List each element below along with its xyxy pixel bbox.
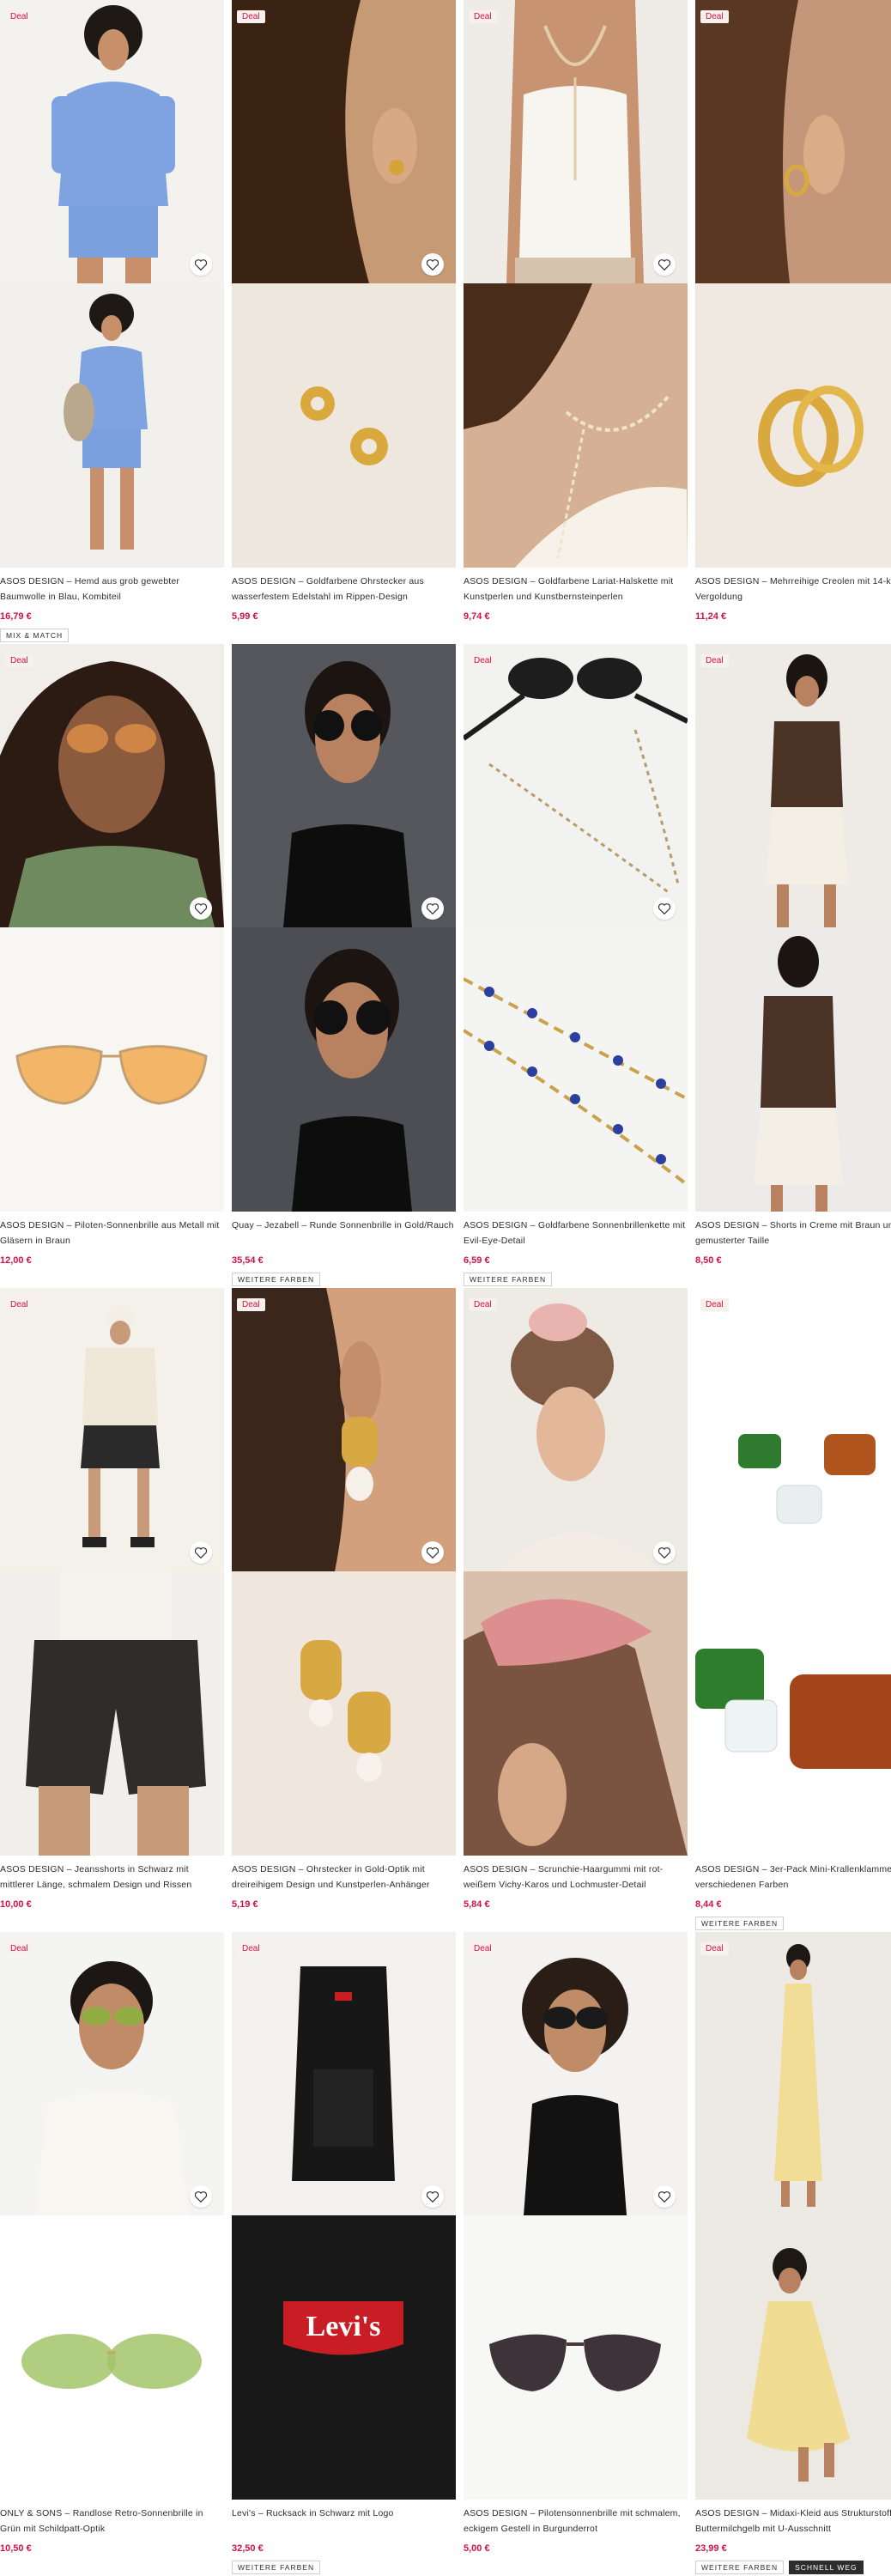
product-price: 23,99 € xyxy=(695,2543,727,2554)
product-image[interactable]: Deal xyxy=(232,0,456,283)
product-title[interactable]: ASOS DESIGN – Goldfarbene Ohrstecker aus… xyxy=(232,574,456,605)
product-price: 5,99 € xyxy=(232,611,258,622)
more-colors-tag[interactable]: WEITERE FARBEN xyxy=(232,1273,321,1286)
product-title[interactable]: ASOS DESIGN – Goldfarbene Lariat-Halsket… xyxy=(464,574,688,605)
wishlist-heart-icon[interactable] xyxy=(421,2185,444,2208)
product-image[interactable]: Deal xyxy=(0,1932,224,2215)
product-title[interactable]: ASOS DESIGN – Piloten-Sonnenbrille aus M… xyxy=(0,1218,224,1249)
product-image-alt[interactable] xyxy=(695,283,891,568)
product-title[interactable]: ASOS DESIGN – Midaxi-Kleid aus Strukturs… xyxy=(695,2506,891,2537)
wishlist-heart-icon[interactable] xyxy=(421,1541,444,1564)
product-image[interactable]: Deal xyxy=(695,1288,891,1571)
product-image-alt[interactable] xyxy=(0,1571,224,1856)
product-price: 32,50 € xyxy=(232,2543,264,2554)
product-title[interactable]: ASOS DESIGN – Scrunchie-Haargummi mit ro… xyxy=(464,1862,688,1893)
product-title[interactable]: ASOS DESIGN – Ohrstecker in Gold-Optik m… xyxy=(232,1862,456,1893)
selling-fast-tag: SCHNELL WEG xyxy=(789,2561,864,2574)
deal-badge: Deal xyxy=(237,1298,265,1311)
deal-badge: Deal xyxy=(237,1942,265,1955)
wishlist-heart-icon[interactable] xyxy=(190,1541,212,1564)
product-price: 35,54 € xyxy=(232,1255,264,1266)
product-image-alt[interactable] xyxy=(232,283,456,568)
product-image-alt[interactable] xyxy=(464,927,688,1212)
product-title[interactable]: ASOS DESIGN – 3er-Pack Mini-Krallenklamm… xyxy=(695,1862,891,1893)
product-title[interactable]: ASOS DESIGN – Shorts in Creme mit Braun … xyxy=(695,1218,891,1249)
more-colors-tag[interactable]: WEITERE FARBEN xyxy=(695,1917,785,1930)
product-price: 5,19 € xyxy=(232,1899,258,1910)
deal-badge: Deal xyxy=(237,10,265,23)
product-image-alt[interactable] xyxy=(464,283,688,568)
product-image-alt[interactable] xyxy=(695,1571,891,1856)
deal-badge: Deal xyxy=(5,654,33,667)
deal-badge: Deal xyxy=(469,10,497,23)
product-price: 12,00 € xyxy=(0,1255,32,1266)
levis-logo: Levi's xyxy=(306,2311,381,2342)
product-image[interactable]: Deal xyxy=(232,1288,456,1571)
deal-badge: Deal xyxy=(5,1298,33,1311)
wishlist-heart-icon[interactable] xyxy=(653,253,676,276)
product-title[interactable]: ASOS DESIGN – Mehrreihige Creolen mit 14… xyxy=(695,574,891,605)
wishlist-heart-icon[interactable] xyxy=(421,897,444,920)
wishlist-heart-icon[interactable] xyxy=(190,2185,212,2208)
product-tag: MIX & MATCH xyxy=(0,629,70,642)
more-colors-tag[interactable]: WEITERE FARBEN xyxy=(464,1273,553,1286)
product-price: 6,59 € xyxy=(464,1255,490,1266)
product-title[interactable]: ONLY & SONS – Randlose Retro-Sonnenbrill… xyxy=(0,2506,224,2537)
product-title[interactable]: Levi's – Rucksack in Schwarz mit Logo xyxy=(232,2506,456,2521)
product-image[interactable]: Deal xyxy=(0,1288,224,1571)
product-image[interactable]: Deal xyxy=(0,644,224,927)
product-image[interactable]: Deal xyxy=(232,1932,456,2215)
deal-badge: Deal xyxy=(700,1298,729,1311)
product-title[interactable]: ASOS DESIGN – Goldfarbene Sonnenbrillenk… xyxy=(464,1218,688,1249)
wishlist-heart-icon[interactable] xyxy=(190,253,212,276)
product-image-alt[interactable] xyxy=(0,283,224,568)
deal-badge: Deal xyxy=(469,1298,497,1311)
deal-badge: Deal xyxy=(469,654,497,667)
deal-badge: Deal xyxy=(700,10,729,23)
wishlist-heart-icon[interactable] xyxy=(653,1541,676,1564)
product-price: 5,00 € xyxy=(464,2543,490,2554)
product-title[interactable]: ASOS DESIGN – Jeansshorts in Schwarz mit… xyxy=(0,1862,224,1893)
product-image[interactable]: Deal xyxy=(695,0,891,283)
product-image[interactable]: Deal xyxy=(695,644,891,927)
product-image-alt[interactable] xyxy=(464,1571,688,1856)
product-title[interactable]: Quay – Jezabell – Runde Sonnenbrille in … xyxy=(232,1218,456,1233)
product-price: 5,84 € xyxy=(464,1899,490,1910)
wishlist-heart-icon[interactable] xyxy=(653,2185,676,2208)
product-image-alt[interactable]: Levi's xyxy=(232,2215,456,2500)
product-price: 10,00 € xyxy=(0,1899,32,1910)
wishlist-heart-icon[interactable] xyxy=(421,253,444,276)
product-image[interactable]: Deal xyxy=(464,1288,688,1571)
product-image-alt[interactable] xyxy=(232,927,456,1212)
deal-badge: Deal xyxy=(700,1942,729,1955)
product-image[interactable]: Deal xyxy=(0,0,224,283)
product-image[interactable] xyxy=(232,644,456,927)
wishlist-heart-icon[interactable] xyxy=(653,897,676,920)
product-price: 11,24 € xyxy=(695,611,727,622)
product-image-alt[interactable] xyxy=(695,2215,891,2500)
product-image[interactable]: Deal xyxy=(464,644,688,927)
product-price: 8,44 € xyxy=(695,1899,722,1910)
deal-badge: Deal xyxy=(469,1942,497,1955)
deal-badge: Deal xyxy=(5,1942,33,1955)
product-image-alt[interactable] xyxy=(464,2215,688,2500)
product-image[interactable]: Deal xyxy=(464,0,688,283)
deal-badge: Deal xyxy=(700,654,729,667)
product-price: 16,79 € xyxy=(0,611,32,622)
product-price: 8,50 € xyxy=(695,1255,722,1266)
product-price: 9,74 € xyxy=(464,611,490,622)
product-image-alt[interactable] xyxy=(0,2215,224,2500)
product-image-alt[interactable] xyxy=(232,1571,456,1856)
more-colors-tag[interactable]: WEITERE FARBEN xyxy=(695,2561,785,2574)
product-image-alt[interactable] xyxy=(695,927,891,1212)
product-title[interactable]: ASOS DESIGN – Pilotensonnenbrille mit sc… xyxy=(464,2506,688,2537)
product-image-alt[interactable] xyxy=(0,927,224,1212)
more-colors-tag[interactable]: WEITERE FARBEN xyxy=(232,2561,321,2574)
wishlist-heart-icon[interactable] xyxy=(190,897,212,920)
product-image[interactable]: Deal xyxy=(695,1932,891,2215)
product-image[interactable]: Deal xyxy=(464,1932,688,2215)
deal-badge: Deal xyxy=(5,10,33,23)
product-title[interactable]: ASOS DESIGN – Hemd aus grob gewebter Bau… xyxy=(0,574,224,605)
product-price: 10,50 € xyxy=(0,2543,32,2554)
